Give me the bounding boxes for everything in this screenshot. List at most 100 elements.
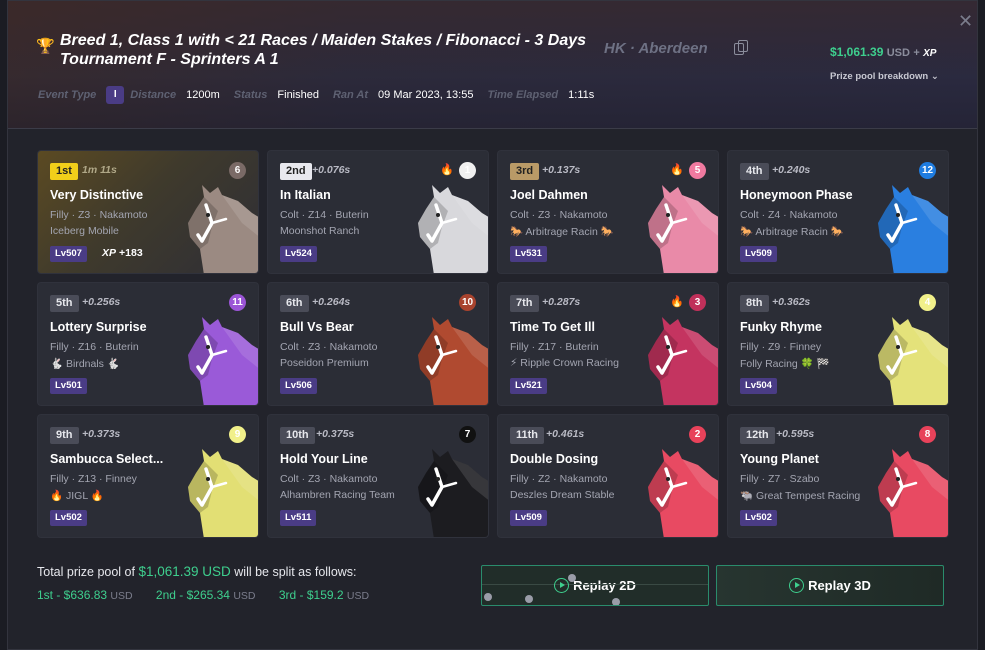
result-card[interactable]: 2nd +0.076s 🔥 1 In Italian Colt · Z14 · Buter… bbox=[267, 150, 489, 274]
stable-name[interactable]: Deszles Dream Stable bbox=[510, 489, 614, 501]
finish-position: 9th bbox=[50, 427, 79, 444]
event-type-label: Event Type bbox=[38, 89, 97, 101]
result-card[interactable]: 11th +0.461s 2 Double Dosing Filly · Z2 · Na… bbox=[497, 414, 719, 538]
stable-name[interactable]: 🐃 Great Tempest Racing bbox=[740, 489, 860, 502]
prize-breakdown-toggle[interactable]: Prize pool breakdown ⌄ bbox=[830, 71, 939, 82]
event-type-badge: I bbox=[106, 86, 125, 104]
runner-dot bbox=[568, 574, 576, 582]
finish-position: 4th bbox=[740, 163, 769, 180]
horse-name[interactable]: Young Planet bbox=[740, 452, 819, 466]
distance-label: Distance bbox=[130, 89, 177, 101]
prize-first: 1st - $636.83 bbox=[37, 588, 108, 602]
time-gap: +0.375s bbox=[316, 428, 355, 440]
horse-name[interactable]: Joel Dahmen bbox=[510, 188, 588, 202]
result-card[interactable]: 4th +0.240s 12 Honeymoon Phase Colt · Z4 · N… bbox=[727, 150, 949, 274]
ran-at-value: 09 Mar 2023, 13:55 bbox=[378, 89, 474, 101]
xp-value: +183 bbox=[119, 247, 143, 259]
result-card[interactable]: 3rd +0.137s 🔥 5 Joel Dahmen Colt · Z3 · Nakam… bbox=[497, 150, 719, 274]
result-card[interactable]: 1st 1m 11s 6 Very Distinctive Filly · Z3 · N… bbox=[37, 150, 259, 274]
horse-head-icon bbox=[188, 317, 258, 405]
stable-name[interactable]: Folly Racing 🍀 🏁 bbox=[740, 357, 830, 370]
finish-position: 1st bbox=[50, 163, 78, 180]
replay-2d-label: Replay 2D bbox=[573, 578, 636, 593]
horse-name[interactable]: Honeymoon Phase bbox=[740, 188, 853, 202]
prize-third: 3rd - $159.2 bbox=[278, 588, 344, 602]
horse-head-icon bbox=[188, 185, 258, 273]
race-result-modal: 🏆 Breed 1, Class 1 with < 21 Races / Mai… bbox=[7, 0, 978, 650]
stable-name[interactable]: 🐎 Arbitrage Racin 🐎 bbox=[510, 225, 614, 238]
horse-info: Filly · Z3 · Nakamoto bbox=[50, 209, 148, 221]
close-icon[interactable]: ✕ bbox=[958, 11, 973, 32]
stable-name[interactable]: 🐇 Birdnals 🐇 bbox=[50, 357, 120, 370]
prize-split-total: $1,061.39 USD bbox=[138, 564, 231, 579]
prize-first-currency: USD bbox=[110, 590, 133, 602]
horse-head-icon bbox=[648, 449, 718, 537]
stable-name[interactable]: 🔥 JIGL 🔥 bbox=[50, 489, 104, 502]
time-gap: +0.595s bbox=[776, 428, 815, 440]
horse-name[interactable]: Lottery Surprise bbox=[50, 320, 147, 334]
finish-position: 6th bbox=[280, 295, 309, 312]
gate-number: 11 bbox=[229, 294, 246, 311]
level-badge: Lv507 bbox=[50, 246, 87, 262]
result-card[interactable]: 10th +0.375s 7 Hold Your Line Colt · Z3 · Na… bbox=[267, 414, 489, 538]
horse-name[interactable]: Double Dosing bbox=[510, 452, 598, 466]
horse-name[interactable]: Funky Rhyme bbox=[740, 320, 822, 334]
horse-info: Colt · Z3 · Nakamoto bbox=[280, 473, 378, 485]
horse-info: Filly · Z7 · Szabo bbox=[740, 473, 820, 485]
horse-info: Colt · Z4 · Nakamoto bbox=[740, 209, 838, 221]
horse-info: Filly · Z13 · Finney bbox=[50, 473, 137, 485]
stable-name[interactable]: Poseidon Premium bbox=[280, 357, 369, 369]
stable-name[interactable]: 🐎 Arbitrage Racin 🐎 bbox=[740, 225, 844, 238]
xp-label: XP bbox=[102, 247, 117, 259]
stable-name[interactable]: ⚡ Ripple Crown Racing bbox=[510, 357, 619, 369]
replay-2d-button[interactable]: Replay 2D bbox=[481, 565, 709, 606]
level-badge: Lv521 bbox=[510, 378, 547, 394]
horse-name[interactable]: Time To Get Ill bbox=[510, 320, 595, 334]
horse-head-icon bbox=[418, 449, 488, 537]
time-gap: +0.076s bbox=[312, 164, 351, 176]
status-value: Finished bbox=[277, 89, 319, 101]
result-card[interactable]: 6th +0.264s 10 Bull Vs Bear Colt · Z3 · Naka… bbox=[267, 282, 489, 406]
stable-name[interactable]: Iceberg Mobile bbox=[50, 225, 119, 237]
fire-icon: 🔥 bbox=[670, 296, 684, 308]
finish-position: 10th bbox=[280, 427, 315, 444]
fire-icon: 🔥 bbox=[670, 164, 684, 176]
stable-name[interactable]: Moonshot Ranch bbox=[280, 225, 359, 237]
horse-name[interactable]: Hold Your Line bbox=[280, 452, 368, 466]
xp-gain: XP +183 bbox=[102, 247, 143, 259]
runner-dot bbox=[484, 593, 492, 601]
finish-position: 11th bbox=[510, 427, 545, 444]
level-badge: Lv502 bbox=[50, 510, 87, 526]
gate-number: 8 bbox=[919, 426, 936, 443]
level-badge: Lv531 bbox=[510, 246, 547, 262]
horse-head-icon bbox=[878, 449, 948, 537]
horse-info: Colt · Z3 · Nakamoto bbox=[510, 209, 608, 221]
stable-name[interactable]: Alhambren Racing Team bbox=[280, 489, 395, 501]
result-card[interactable]: 7th +0.287s 🔥 3 Time To Get Ill Filly · Z17 ·… bbox=[497, 282, 719, 406]
play-icon bbox=[554, 578, 570, 593]
race-header: 🏆 Breed 1, Class 1 with < 21 Races / Mai… bbox=[8, 1, 977, 129]
result-card[interactable]: 5th +0.256s 11 Lottery Surprise Filly · Z16 … bbox=[37, 282, 259, 406]
copy-icon[interactable] bbox=[734, 40, 748, 56]
result-card[interactable]: 12th +0.595s 8 Young Planet Filly · Z7 · Sza… bbox=[727, 414, 949, 538]
horse-info: Colt · Z3 · Nakamoto bbox=[280, 341, 378, 353]
level-badge: Lv504 bbox=[740, 378, 777, 394]
gate-number: 4 bbox=[919, 294, 936, 311]
horse-name[interactable]: Sambucca Select... bbox=[50, 452, 163, 466]
horse-head-icon bbox=[648, 185, 718, 273]
gate-number: 2 bbox=[689, 426, 706, 443]
result-card[interactable]: 9th +0.373s 9 Sambucca Select... Filly · Z13… bbox=[37, 414, 259, 538]
replay-3d-label: Replay 3D bbox=[808, 578, 871, 593]
time-gap: +0.256s bbox=[82, 296, 121, 308]
play-icon bbox=[789, 578, 805, 593]
finish-position: 7th bbox=[510, 295, 539, 312]
replay-3d-button[interactable]: Replay 3D bbox=[716, 565, 944, 606]
prize-xp: XP bbox=[923, 48, 937, 59]
horse-name[interactable]: In Italian bbox=[280, 188, 331, 202]
horse-name[interactable]: Bull Vs Bear bbox=[280, 320, 354, 334]
horse-info: Filly · Z17 · Buterin bbox=[510, 341, 599, 353]
horse-head-icon bbox=[648, 317, 718, 405]
horse-name[interactable]: Very Distinctive bbox=[50, 188, 143, 202]
result-card[interactable]: 8th +0.362s 4 Funky Rhyme Filly · Z9 · Finne… bbox=[727, 282, 949, 406]
gate-number: 3 bbox=[689, 294, 706, 311]
